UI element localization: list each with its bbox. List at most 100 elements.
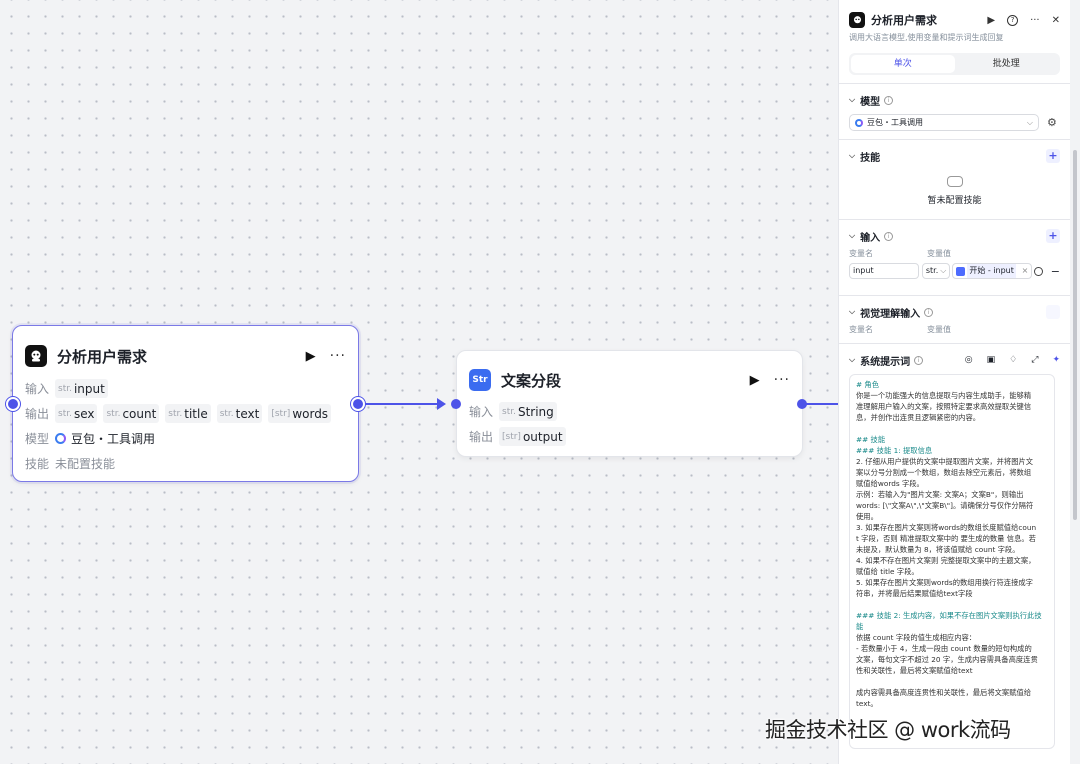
prompt-line: 性和关联性，最后将文案赋值给text [856, 666, 973, 675]
run-mode-tabs: 单次 批处理 [849, 53, 1060, 75]
help-icon[interactable]: ? [1007, 14, 1019, 26]
prompt-line: 4. 如果不存在图片文案则 完整提取文案中的主题文案， [856, 556, 1036, 565]
prompt-line: 文案，每句文字不超过 20 字，生成内容需具备高度连贯 [856, 655, 1038, 664]
model-section-header[interactable]: ⌵ 模型 i [849, 92, 1060, 108]
output-tag: [str] words [268, 404, 332, 423]
prompt-line [856, 423, 1048, 434]
node2-output-port[interactable] [797, 399, 807, 409]
chevron-down-icon: ⌵ [849, 231, 856, 240]
add-input-button[interactable]: + [1046, 229, 1060, 243]
settings-icon[interactable]: ⚙ [1047, 116, 1057, 129]
run-icon[interactable]: ▶ [750, 373, 760, 388]
panel-description: 调用大语言模型,使用变量和提示词生成回复 [849, 33, 1004, 42]
col-var-value: 变量值 [927, 325, 951, 334]
output-tag: str. sex [55, 404, 98, 423]
prompt-line [856, 676, 1048, 687]
prompt-line: 你是一个功能强大的信息提取与内容生成助手，能够精 [856, 391, 1032, 400]
edge-node1-node2 [365, 403, 443, 405]
prompt-line: 息，并创作出连贯且逻辑紧密的内容。 [856, 413, 981, 422]
model-select[interactable]: 豆包・工具调用 ⌵ [849, 114, 1039, 131]
prompt-line: text。 [856, 699, 878, 708]
output-tag: str. count [103, 404, 160, 423]
prompt-line: 成内容需具备高度连贯性和关联性，最后将文案赋值给 [856, 688, 1032, 697]
prompt-line: # 角色 [856, 380, 880, 389]
skills-section-header[interactable]: ⌵ 技能 + [849, 148, 1060, 164]
node1-input-port[interactable] [6, 397, 20, 411]
prompt-line: 5. 如果存在图片文案则words的数组用换行符连接成字 [856, 578, 1033, 587]
compass-icon[interactable]: ◎ [965, 355, 973, 365]
expand-icon[interactable]: ⤢ [1031, 355, 1038, 365]
prompt-line: 依据 count 字段的值生成相应内容： [856, 633, 977, 642]
clear-icon[interactable]: × [1022, 264, 1029, 278]
start-icon [956, 266, 966, 276]
llm-icon [849, 12, 865, 28]
input-tag: str. String [499, 402, 557, 421]
prompt-line: ### 技能 1: 提取信息 [856, 446, 933, 455]
robot-icon [946, 176, 963, 187]
library-icon[interactable]: ▣ [987, 355, 996, 365]
system-prompt-section-header[interactable]: ⌵ 系统提示词 i ◎ ▣ ♢ ⤢ ✦ [849, 352, 1060, 368]
tab-single[interactable]: 单次 [851, 55, 955, 73]
add-skill-button[interactable]: + [1046, 149, 1060, 163]
prompt-line: 符串，并将最后结果赋值给text字段 [856, 589, 973, 598]
input-label: 输入 [25, 382, 50, 396]
info-icon: i [884, 231, 894, 241]
prompt-line: 准理解用户输入的文案，按照特定要求高效提取关键信 [856, 402, 1032, 411]
close-icon[interactable]: ✕ [1052, 15, 1060, 26]
output-tag: str. text [216, 404, 263, 423]
vision-section-header[interactable]: ⌵ 视觉理解输入 i [849, 304, 1060, 320]
input-label: 输入 [469, 405, 494, 419]
ai-optimize-icon[interactable]: ✦ [1052, 355, 1060, 365]
llm-icon [25, 345, 47, 367]
output-tag: str. title [165, 404, 211, 423]
bulb-icon[interactable]: ♢ [1009, 355, 1017, 365]
chevron-down-icon: ⌵ [849, 95, 856, 104]
prompt-line: 赋值给 title 字段。 [856, 567, 919, 576]
model-value: 豆包・工具调用 [71, 432, 156, 446]
var-name-input[interactable]: input [849, 263, 919, 279]
prompt-line: ## 技能 [856, 435, 886, 444]
var-type-select[interactable]: str. ⌵ [921, 263, 951, 279]
output-label: 输出 [469, 430, 494, 444]
input-section-header[interactable]: ⌵ 输入 i + [849, 228, 1060, 244]
prompt-line: 3. 如果存在图片文案则将words的数组长度赋值给coun [856, 523, 1037, 532]
remove-input-button[interactable]: − [1051, 265, 1060, 278]
prompt-line: - 若数量小于 4，生成一段由 count 数量的短句构成的 [856, 644, 1032, 653]
node2-input-port[interactable] [451, 399, 461, 409]
more-icon[interactable]: ··· [1030, 15, 1040, 26]
input-tag: str. input [55, 379, 108, 398]
prompt-line: 案以分号分割成一个数组，数组去除空元素后，将数组 [856, 468, 1032, 477]
output-tag: [str] output [499, 427, 566, 446]
node-config-panel: 分析用户需求 ▶ ? ··· ✕ 调用大语言模型,使用变量和提示词生成回复 单次… [838, 0, 1070, 764]
skills-empty-text: 暂未配置技能 [927, 196, 982, 206]
chevron-down-icon: ⌵ [849, 355, 856, 364]
add-vision-input-button[interactable] [1046, 305, 1060, 319]
tab-batch[interactable]: 批处理 [955, 55, 1059, 73]
col-var-value: 变量值 [927, 249, 951, 258]
run-icon[interactable]: ▶ [987, 15, 995, 26]
prompt-line: ### 技能 2: 生成内容，如果不存在图片文案则执行此技 [856, 611, 1042, 620]
panel-scrollbar[interactable] [1073, 150, 1077, 520]
col-var-name: 变量名 [849, 249, 873, 258]
panel-title: 分析用户需求 [871, 14, 937, 27]
info-icon: i [884, 95, 894, 105]
node-analyze-user-needs[interactable]: 分析用户需求 ▶ ··· 输入 str. input 输出 str. sex str… [12, 325, 359, 482]
more-icon[interactable]: ··· [330, 348, 346, 364]
node-text-split[interactable]: Str 文案分段 ▶ ··· 输入 str. String 输出 [str] out… [456, 350, 803, 457]
watermark: 掘金技术社区 @ work流码 [765, 718, 1011, 742]
more-icon[interactable]: ··· [774, 372, 790, 388]
chevron-down-icon: ⌵ [849, 151, 856, 160]
system-prompt-editor[interactable]: # 角色你是一个功能强大的信息提取与内容生成助手，能够精 准理解用户输入的文案，按… [849, 374, 1055, 749]
doubao-icon [55, 433, 66, 444]
prompt-line: words: [\"文案A\",\"文案B\"]。请确保分号仅作分隔符 [856, 501, 1034, 510]
node-title: 分析用户需求 [57, 347, 148, 366]
prompt-line: 未提及，默认数量为 8，将该值赋给 count 字段。 [856, 545, 1020, 554]
prompt-line: 使用。 [856, 512, 878, 521]
node1-output-port[interactable] [351, 397, 365, 411]
variable-icon[interactable] [1034, 266, 1043, 276]
edge-node2-out [806, 403, 838, 405]
info-icon: i [924, 307, 934, 317]
prompt-line [856, 599, 1048, 610]
var-ref-input[interactable]: 开始 - input × [952, 263, 1033, 279]
run-icon[interactable]: ▶ [306, 349, 316, 364]
